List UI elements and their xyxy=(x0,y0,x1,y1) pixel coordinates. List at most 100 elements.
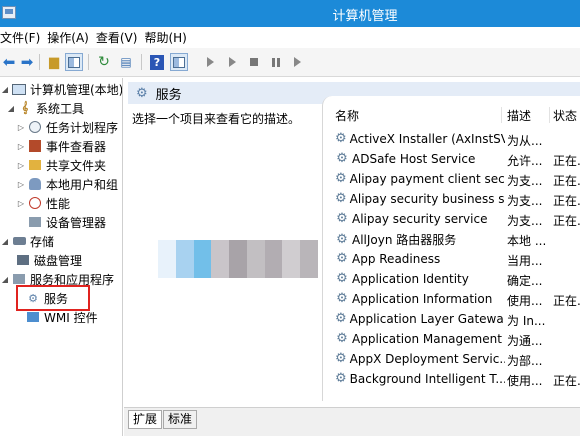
table-row[interactable]: ⚙Alipay payment client sec...为支... 正在... xyxy=(323,169,580,189)
table-row[interactable]: ⚙ Application Information 使用... 正在... xyxy=(323,289,580,309)
column-header-status[interactable]: 状态 xyxy=(553,107,580,124)
chevron-right-icon[interactable]: ▷ xyxy=(16,199,26,208)
export-icon[interactable]: ▤ xyxy=(117,53,135,71)
tree-label-device-manager: 设备管理器 xyxy=(46,215,107,230)
services-list: 名称 描述 状态 ⚙ ActiveX Installer (AxInstSV) 为从… xyxy=(322,96,580,401)
tree-item-root[interactable]: ◢ 计算机管理(本地) xyxy=(0,80,122,98)
chevron-right-icon[interactable]: ▷ xyxy=(16,142,26,151)
gear-icon: ⚙ xyxy=(336,271,348,286)
tree-item-disk-management[interactable]: 磁盘管理 xyxy=(16,251,82,269)
wmi-icon xyxy=(26,310,40,324)
service-name-text: Application Layer Gatewa... xyxy=(349,311,505,326)
column-header-name[interactable]: 名称 xyxy=(335,107,505,124)
chevron-right-icon[interactable]: ▷ xyxy=(16,180,26,189)
table-row[interactable]: ⚙ AllJoyn 路由器服务 本地 ... xyxy=(323,229,580,249)
service-name: ⚙ ActiveX Installer (AxInstSV) xyxy=(335,131,505,146)
service-description: 为 In... xyxy=(507,314,546,328)
service-name: ⚙ Alipay payment client sec... xyxy=(335,171,505,186)
panel-title: 服务 xyxy=(155,87,182,103)
service-name-text: AppX Deployment Servic... xyxy=(349,351,505,366)
service-description: 使用... xyxy=(507,294,543,308)
menu-bar: 文件(F) 操作(A) 查看(V) 帮助(H) xyxy=(0,27,580,48)
restart-icon[interactable] xyxy=(288,53,306,71)
service-description: 确定... xyxy=(507,274,543,288)
service-description: 为通... xyxy=(507,334,543,348)
service-name-text: App Readiness xyxy=(352,251,441,266)
service-name: ⚙ App Readiness xyxy=(335,251,505,266)
service-status: 正在... xyxy=(553,214,580,228)
arrow-right-icon[interactable]: ➡ xyxy=(18,53,36,71)
table-row[interactable]: ⚙ Alipay security service 为支... 正在... xyxy=(323,209,580,229)
event-viewer-icon xyxy=(28,139,42,153)
play-icon[interactable] xyxy=(223,53,241,71)
menu-help[interactable]: 帮助(H) xyxy=(144,29,193,46)
tree-label-local-users: 本地用户和组 xyxy=(46,177,119,192)
tree-item-event-viewer[interactable]: ▷ 事件查看器 xyxy=(16,137,106,155)
chevron-down-icon[interactable]: ◢ xyxy=(0,237,10,246)
computer-icon xyxy=(12,82,26,96)
gear-icon: ⚙ xyxy=(136,85,148,101)
service-description: 为从... xyxy=(507,134,543,148)
service-name-text: AllJoyn 路由器服务 xyxy=(352,233,457,247)
chevron-right-icon[interactable]: ▷ xyxy=(16,161,26,170)
column-divider[interactable] xyxy=(549,107,550,123)
device-manager-icon xyxy=(28,215,42,229)
pause-icon[interactable] xyxy=(267,53,285,71)
tree-item-device-manager[interactable]: 设备管理器 xyxy=(28,213,106,231)
chevron-down-icon[interactable]: ◢ xyxy=(0,275,10,284)
gear-icon: ⚙ xyxy=(335,311,347,326)
table-row[interactable]: ⚙ ADSafe Host Service 允许... 正在... xyxy=(323,149,580,169)
table-row[interactable]: ⚙ Application Management 为通... xyxy=(323,329,580,349)
service-name: ⚙ Alipay security business s... xyxy=(335,191,505,206)
tree-item-local-users[interactable]: ▷ 本地用户和组 xyxy=(16,175,118,193)
refresh-icon[interactable]: ↻ xyxy=(95,53,113,71)
table-row[interactable]: ⚙Background Intelligent T...使用... 正在... xyxy=(323,369,580,389)
gear-icon: ⚙ xyxy=(336,232,348,247)
window-title: 计算机管理 xyxy=(332,9,398,24)
service-name-text: Background Intelligent T... xyxy=(349,371,505,386)
tree-item-task-scheduler[interactable]: ▷ 任务计划程序 xyxy=(16,118,118,136)
tree-label-task-scheduler: 任务计划程序 xyxy=(46,120,119,135)
service-status: 正在... xyxy=(553,154,580,168)
title-bar: 计算机管理 xyxy=(0,0,580,27)
column-header-desc[interactable]: 描述 xyxy=(507,107,547,124)
column-divider[interactable] xyxy=(501,107,502,123)
tab-extended[interactable]: 扩展 xyxy=(128,410,163,429)
table-row[interactable]: ⚙ AppX Deployment Servic... 为部... xyxy=(323,349,580,369)
gear-icon: ⚙ xyxy=(336,211,348,226)
service-description: 为支... xyxy=(507,174,543,188)
menu-action[interactable]: 操作(A) xyxy=(47,29,96,46)
users-icon xyxy=(28,177,42,191)
toolbar-separator xyxy=(39,54,40,70)
service-name-text: Alipay security business s... xyxy=(349,191,505,206)
folder-up-icon[interactable]: ▆ xyxy=(45,53,63,71)
tree-item-performance[interactable]: ▷ 性能 xyxy=(16,194,70,212)
table-row[interactable]: ⚙ Application Layer Gatewa... 为 In... xyxy=(323,309,580,329)
arrow-left-icon[interactable]: ⬅ xyxy=(0,53,18,71)
menu-file[interactable]: 文件(F) xyxy=(0,29,47,46)
service-name-text: ActiveX Installer (AxInstSV) xyxy=(349,131,505,146)
service-status: 正在... xyxy=(553,194,580,208)
chevron-down-icon[interactable]: ◢ xyxy=(0,85,10,94)
table-row[interactable]: ⚙ ActiveX Installer (AxInstSV) 为从... xyxy=(323,129,580,149)
table-row[interactable]: ⚙ App Readiness 当用... xyxy=(323,249,580,269)
service-name: ⚙ Background Intelligent T... xyxy=(335,371,505,386)
properties-icon[interactable] xyxy=(170,53,188,71)
menu-view[interactable]: 查看(V) xyxy=(96,29,145,46)
show-tree-icon[interactable] xyxy=(65,53,83,71)
tab-standard[interactable]: 标准 xyxy=(163,410,198,429)
tree-item-system-tools[interactable]: ◢ 𝄞 系统工具 xyxy=(6,99,84,117)
tools-icon: 𝄞 xyxy=(21,101,29,114)
stop-icon[interactable] xyxy=(245,53,263,71)
gear-icon: ⚙ xyxy=(335,191,347,206)
help-icon[interactable]: ? xyxy=(148,53,166,71)
tree-item-storage[interactable]: ◢ 存储 xyxy=(0,232,54,250)
chevron-down-icon[interactable]: ◢ xyxy=(6,104,16,113)
table-row[interactable]: ⚙Alipay security business s...为支... 正在... xyxy=(323,189,580,209)
service-description: 为部... xyxy=(507,354,543,368)
play-icon[interactable] xyxy=(201,53,219,71)
service-name: ⚙ Alipay security service xyxy=(335,211,505,226)
chevron-right-icon[interactable]: ▷ xyxy=(16,123,26,132)
table-row[interactable]: ⚙ Application Identity 确定... xyxy=(323,269,580,289)
tree-item-shared-folders[interactable]: ▷ 共享文件夹 xyxy=(16,156,106,174)
